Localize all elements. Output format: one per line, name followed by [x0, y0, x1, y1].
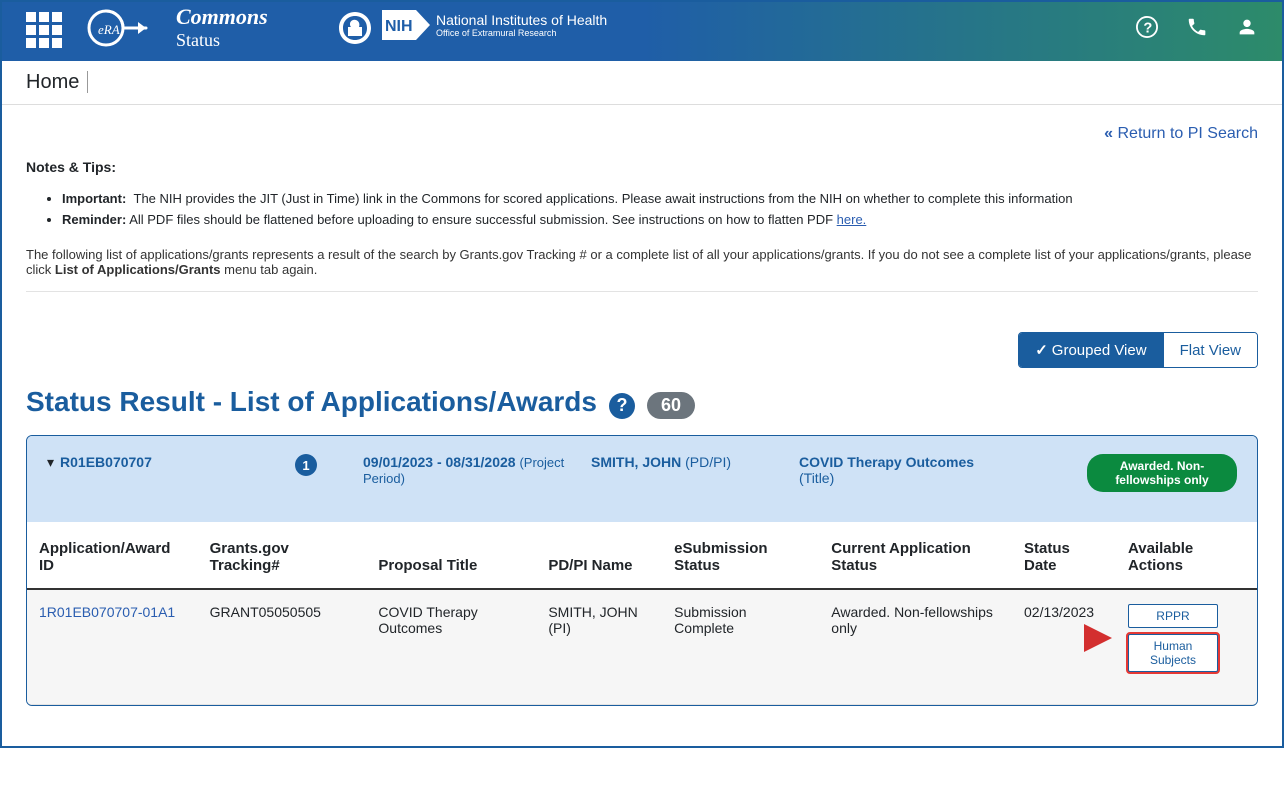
- svg-text:?: ?: [1143, 21, 1152, 37]
- notes-list: Important: The NIH provides the JIT (Jus…: [62, 191, 1258, 227]
- cell-pdpi: SMITH, JOHN (PI): [536, 589, 662, 705]
- pi-name: SMITH, JOHN (PD/PI): [591, 454, 791, 470]
- th-actions: Available Actions: [1116, 522, 1257, 589]
- human-subjects-action-button[interactable]: Human Subjects: [1128, 634, 1218, 672]
- user-icon[interactable]: [1236, 16, 1258, 41]
- brand-title: Commons: [176, 4, 326, 30]
- th-appid: Application/Award ID: [27, 522, 198, 589]
- th-curapp: Current Application Status: [819, 522, 1012, 589]
- applications-table: Application/Award ID Grants.gov Tracking…: [27, 522, 1257, 705]
- status-result-heading: Status Result - List of Applications/Awa…: [26, 386, 1258, 419]
- check-icon: ✓: [1035, 342, 1048, 359]
- grant-card-header[interactable]: ▾ R01EB070707 1 09/01/2023 - 08/31/2028 (…: [27, 436, 1257, 522]
- th-pdpi: PD/PI Name: [536, 522, 662, 589]
- brand-block: Commons Status: [176, 4, 326, 51]
- cell-proposal: COVID Therapy Outcomes: [366, 589, 536, 705]
- followup-text: The following list of applications/grant…: [26, 247, 1258, 277]
- th-esub: eSubmission Status: [662, 522, 819, 589]
- status-pill: Awarded. Non-fellowships only: [1087, 454, 1237, 492]
- flatten-pdf-here-link[interactable]: here.: [837, 212, 867, 227]
- cell-curapp: Awarded. Non-fellowships only: [819, 589, 1012, 705]
- svg-text:NIH: NIH: [385, 18, 413, 35]
- return-link-text: Return to PI Search: [1117, 125, 1258, 142]
- project-period: 09/01/2023 - 08/31/2028 (Project Period): [363, 454, 583, 486]
- status-result-title: Status Result - List of Applications/Awa…: [26, 386, 597, 418]
- th-statusdate: Status Date: [1012, 522, 1116, 589]
- grouped-view-button[interactable]: ✓Grouped View: [1019, 333, 1162, 367]
- view-toggle: ✓Grouped View Flat View: [26, 332, 1258, 368]
- svg-text:eRA: eRA: [98, 22, 120, 37]
- grant-id: R01EB070707: [60, 454, 152, 470]
- nih-logo: NIH National Institutes of Health Office…: [382, 10, 607, 40]
- th-tracking: Grants.gov Tracking#: [198, 522, 367, 589]
- return-to-pi-search-link[interactable]: « Return to PI Search: [1104, 125, 1258, 142]
- chevron-down-icon[interactable]: ▾: [47, 454, 54, 471]
- grant-title: COVID Therapy Outcomes(Title): [799, 454, 1079, 486]
- cell-esub: Submission Complete: [662, 589, 819, 705]
- chevron-left-double-icon: «: [1104, 125, 1113, 142]
- notes-tips-title: Notes & Tips:: [26, 159, 1258, 175]
- phone-icon[interactable]: [1186, 16, 1208, 41]
- table-row: 1R01EB070707-01A1 GRANT05050505 COVID Th…: [27, 589, 1257, 705]
- note-important: Important: The NIH provides the JIT (Jus…: [62, 191, 1258, 206]
- flat-view-button[interactable]: Flat View: [1163, 333, 1257, 367]
- application-id-link[interactable]: 1R01EB070707-01A1: [39, 604, 175, 620]
- divider: [26, 291, 1258, 292]
- th-proposal: Proposal Title: [366, 522, 536, 589]
- brand-subtitle: Status: [176, 30, 326, 51]
- cell-tracking: GRANT05050505: [198, 589, 367, 705]
- note-reminder: Reminder: All PDF files should be flatte…: [62, 212, 1258, 227]
- help-icon[interactable]: ?: [1136, 16, 1158, 41]
- status-result-help-icon[interactable]: ?: [609, 393, 635, 419]
- breadcrumb-home[interactable]: Home: [26, 71, 88, 93]
- era-logo-icon: eRA: [86, 6, 156, 53]
- rppr-action-button[interactable]: RPPR: [1128, 604, 1218, 628]
- breadcrumb: Home: [2, 61, 1282, 105]
- group-count-badge: 1: [295, 454, 317, 476]
- grant-card: ▾ R01EB070707 1 09/01/2023 - 08/31/2028 (…: [26, 435, 1258, 706]
- annotation-arrow-icon: [994, 618, 1114, 658]
- apps-launcher-icon[interactable]: [26, 12, 62, 48]
- nih-line1: National Institutes of Health: [436, 12, 607, 28]
- status-result-count: 60: [647, 392, 695, 419]
- top-bar: eRA Commons Status NIH National Institut…: [2, 2, 1282, 61]
- nih-line2: Office of Extramural Research: [436, 28, 607, 38]
- hhs-logo-icon: [336, 10, 374, 51]
